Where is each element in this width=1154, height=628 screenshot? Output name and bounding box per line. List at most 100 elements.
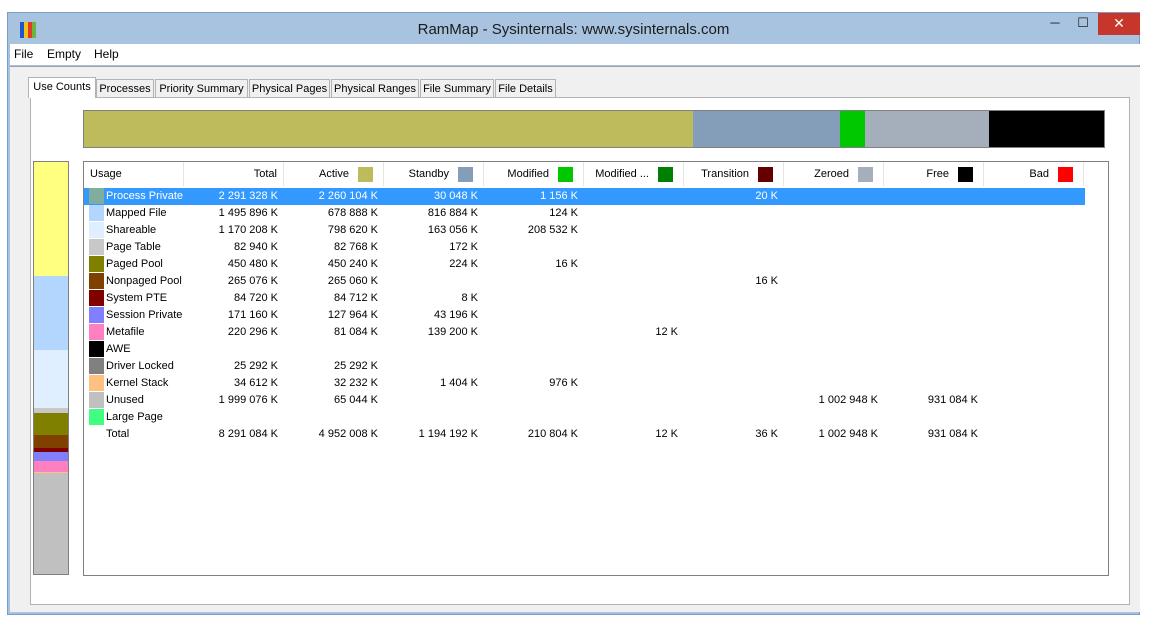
cell-standby: 1 404 K: [440, 377, 478, 389]
table-row[interactable]: Mapped File 1 495 896 K 678 888 K 816 884 K…: [84, 205, 1085, 222]
cell-standby: 30 048 K: [433, 190, 478, 202]
menu-empty[interactable]: Empty: [47, 47, 81, 61]
tab-processes[interactable]: Processes: [96, 79, 154, 97]
side-segment-session-private: [34, 452, 68, 461]
memory-overview-bar: [83, 110, 1105, 148]
cell-free: [884, 188, 978, 205]
tab-physical-ranges[interactable]: Physical Ranges: [331, 79, 419, 97]
cell-total: [184, 409, 278, 426]
tab-file-details[interactable]: File Details: [495, 79, 556, 97]
column-header-transition[interactable]: Transition: [684, 162, 784, 186]
close-button[interactable]: ✕: [1098, 13, 1140, 35]
table-row[interactable]: Unused 1 999 076 K 65 044 K 1 002 948 K 931 …: [84, 392, 1085, 409]
side-segment-mapped-file: [34, 276, 68, 351]
usage-color-swatch: [89, 256, 104, 272]
usage-name: Total: [106, 428, 130, 440]
usage-name: Mapped File: [106, 207, 167, 219]
cell-modified: [584, 273, 678, 290]
cell-zeroed: [784, 222, 878, 239]
cell-standby: 172 K: [449, 241, 478, 253]
cell-active: 65 044 K: [333, 394, 378, 406]
cell-transition: 20 K: [755, 190, 778, 202]
column-header-active[interactable]: Active: [284, 162, 384, 186]
cell-standby: 1 194 192 K: [418, 428, 478, 440]
column-header-free[interactable]: Free: [884, 162, 984, 186]
minimize-button[interactable]: ─: [1042, 13, 1068, 35]
table-row[interactable]: Large Page: [84, 409, 1085, 426]
table-row[interactable]: Session Private 171 160 K 127 964 K 43 196 …: [84, 307, 1085, 324]
cell-total: 171 160 K: [227, 309, 278, 321]
cell-bad: [984, 375, 1078, 392]
cell-modified: [484, 341, 578, 358]
table-row[interactable]: Kernel Stack 34 612 K 32 232 K 1 404 K 976 K: [84, 375, 1085, 392]
table-row[interactable]: Paged Pool 450 480 K 450 240 K 224 K 16 K: [84, 256, 1085, 273]
column-header-bad[interactable]: Bad: [984, 162, 1084, 186]
title-bar[interactable]: RamMap - Sysinternals: www.sysinternals.…: [8, 13, 1140, 45]
overview-segment-standby: [692, 111, 840, 147]
cell-modified: 124 K: [549, 207, 578, 219]
column-header-modified[interactable]: Modified: [484, 162, 584, 186]
menu-file[interactable]: File: [14, 47, 33, 61]
table-row[interactable]: Process Private 2 291 328 K 2 260 104 K 30 …: [84, 188, 1085, 205]
cell-transition: [684, 307, 778, 324]
usage-name: Paged Pool: [106, 258, 163, 270]
usage-color-swatch: [89, 324, 104, 340]
usage-color-swatch: [89, 273, 104, 289]
cell-zeroed: [784, 256, 878, 273]
tab-priority-summary[interactable]: Priority Summary: [155, 79, 248, 97]
cell-bad: [984, 307, 1078, 324]
overview-segment-free: [988, 111, 1104, 147]
table-row[interactable]: Driver Locked 25 292 K 25 292 K: [84, 358, 1085, 375]
side-segment-paged-pool: [34, 412, 68, 435]
cell-modified: 208 532 K: [527, 224, 578, 236]
column-header-total[interactable]: Total: [184, 162, 284, 186]
usage-name: Metafile: [106, 326, 145, 338]
column-header-standby[interactable]: Standby: [384, 162, 484, 186]
column-header-zeroed[interactable]: Zeroed: [784, 162, 884, 186]
menu-help[interactable]: Help: [94, 47, 119, 61]
cell-total: 84 720 K: [233, 292, 278, 304]
cell-free: [884, 307, 978, 324]
cell-modified: [484, 239, 578, 256]
table-row[interactable]: Metafile 220 296 K 81 084 K 139 200 K 12 K: [84, 324, 1085, 341]
tab-physical-pages[interactable]: Physical Pages: [249, 79, 330, 97]
cell-free: [884, 324, 978, 341]
total-row[interactable]: Total 8 291 084 K 4 952 008 K 1 194 192 K 21…: [84, 426, 1085, 443]
table-row[interactable]: AWE: [84, 341, 1085, 358]
column-header-label: Zeroed: [814, 168, 849, 180]
cell-modified: [584, 341, 678, 358]
cell-modified: [584, 375, 678, 392]
cell-active: 81 084 K: [333, 326, 378, 338]
cell-modified: 12 K: [655, 428, 678, 440]
usage-color-swatch: [89, 188, 104, 204]
table-row[interactable]: Nonpaged Pool 265 076 K 265 060 K 16 K: [84, 273, 1085, 290]
usage-color-swatch: [89, 205, 104, 221]
usage-color-swatch: [89, 375, 104, 391]
cell-transition: [684, 222, 778, 239]
column-header-label: Transition: [701, 168, 749, 180]
tab-use-counts[interactable]: Use Counts: [28, 77, 96, 98]
cell-transition: [684, 256, 778, 273]
column-color-swatch: [958, 167, 973, 182]
table-row[interactable]: Page Table 82 940 K 82 768 K 172 K: [84, 239, 1085, 256]
cell-zeroed: [784, 188, 878, 205]
cell-modified: [584, 358, 678, 375]
cell-standby: [384, 392, 478, 409]
overview-segment-modified: [839, 111, 866, 147]
side-segment-shareable: [34, 350, 68, 409]
cell-modified: [584, 222, 678, 239]
table-row[interactable]: Shareable 1 170 208 K 798 620 K 163 056 K 20…: [84, 222, 1085, 239]
cell-transition: [684, 290, 778, 307]
cell-active: [284, 341, 378, 358]
cell-bad: [984, 273, 1078, 290]
cell-zeroed: [784, 273, 878, 290]
side-segment-process-private: [34, 162, 68, 277]
table-row[interactable]: System PTE 84 720 K 84 712 K 8 K: [84, 290, 1085, 307]
column-header-usage[interactable]: Usage: [84, 162, 184, 186]
maximize-button[interactable]: ☐: [1070, 13, 1096, 35]
cell-zeroed: [784, 290, 878, 307]
column-header-modified[interactable]: Modified ...: [584, 162, 684, 186]
cell-free: [884, 290, 978, 307]
cell-active: 4 952 008 K: [318, 428, 378, 440]
tab-file-summary[interactable]: File Summary: [420, 79, 494, 97]
